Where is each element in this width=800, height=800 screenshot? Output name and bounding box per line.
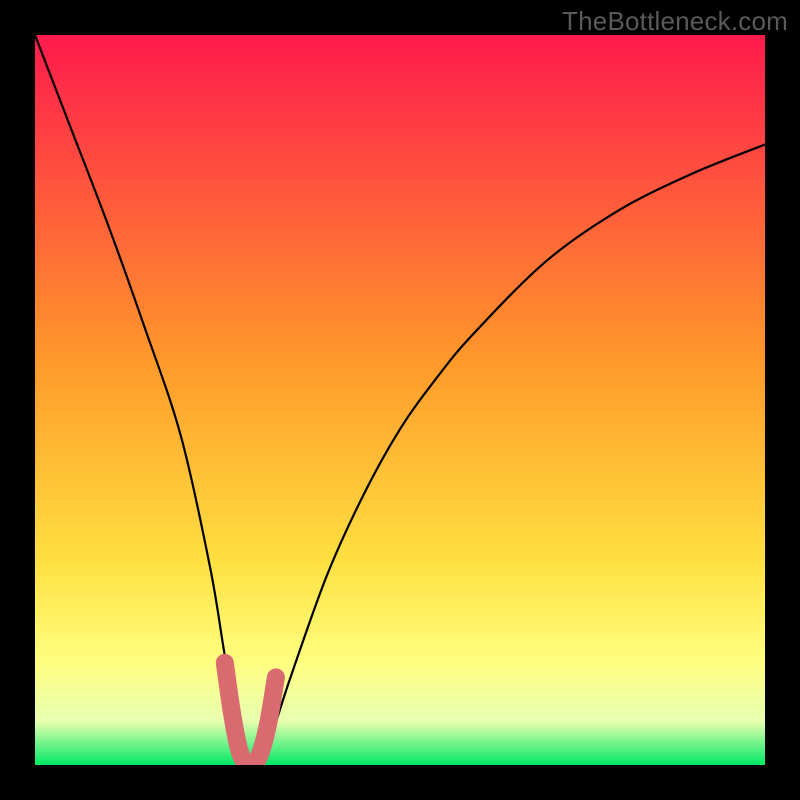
gradient-background — [35, 35, 765, 765]
plot-area — [35, 35, 765, 765]
chart-frame: TheBottleneck.com — [0, 0, 800, 800]
chart-svg — [35, 35, 765, 765]
watermark-text: TheBottleneck.com — [562, 6, 788, 37]
